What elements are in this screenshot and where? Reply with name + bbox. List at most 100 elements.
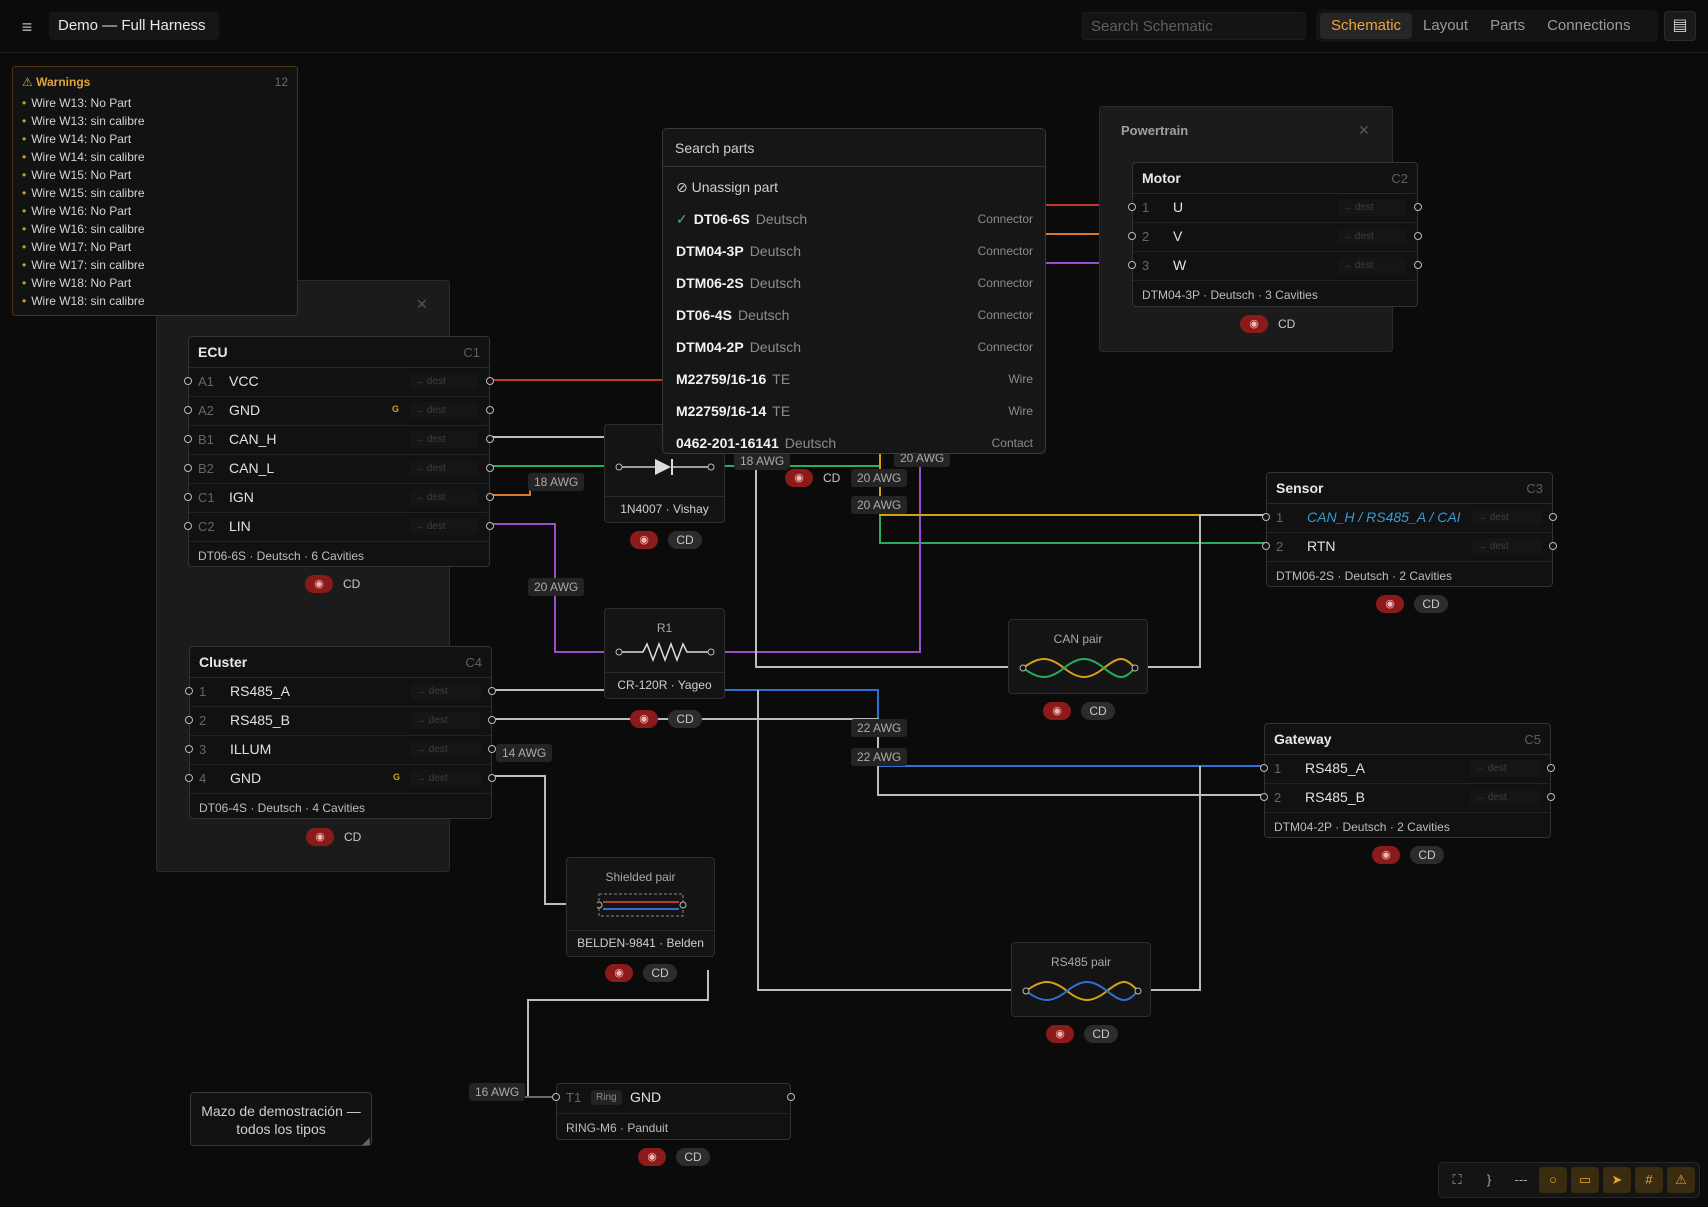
cd-button[interactable]: CD xyxy=(668,710,702,728)
pin-row[interactable]: 2 V → dest xyxy=(1128,223,1422,252)
pin-row[interactable]: B2 CAN_L → dest xyxy=(184,455,494,484)
pin-port-icon[interactable] xyxy=(1128,232,1136,240)
pin-row[interactable]: T1 Ring GND xyxy=(552,1084,795,1114)
part-option[interactable]: DTM06-2S Deutsch Connector xyxy=(663,267,1045,299)
pin-row[interactable]: 1 U → dest xyxy=(1128,194,1422,223)
pin-port-icon[interactable] xyxy=(1414,203,1422,211)
pin-port-icon[interactable] xyxy=(1262,513,1270,521)
dest-select[interactable]: → dest xyxy=(411,712,481,729)
pin-port-icon[interactable] xyxy=(184,377,192,385)
record-icon[interactable]: ◉ xyxy=(1043,702,1071,720)
pin-port-icon[interactable] xyxy=(1260,764,1268,772)
pin-port-icon[interactable] xyxy=(488,716,496,724)
cd-button[interactable]: CD xyxy=(823,471,840,485)
pin-port-icon[interactable] xyxy=(1128,261,1136,269)
pin-row[interactable]: 2 RS485_B → dest xyxy=(185,707,496,736)
component-can-pair[interactable]: CAN pair xyxy=(1008,619,1148,694)
warning-item[interactable]: • Wire W14: No Part xyxy=(22,130,145,148)
pin-port-icon[interactable] xyxy=(488,774,496,782)
wire-gauge-label[interactable]: 18 AWG xyxy=(734,452,791,470)
pin-port-icon[interactable] xyxy=(1549,542,1557,550)
tab-connections[interactable]: Connections xyxy=(1536,13,1641,39)
dest-select[interactable]: → dest xyxy=(1472,538,1542,555)
pin-row[interactable]: C1 IGN → dest xyxy=(184,484,494,513)
pin-port-icon[interactable] xyxy=(486,493,494,501)
wire-gauge-label[interactable]: 14 AWG xyxy=(496,744,553,762)
pin-row[interactable]: 3 W → dest xyxy=(1128,252,1422,281)
pin-port-icon[interactable] xyxy=(1547,764,1555,772)
connector-sensor[interactable]: Sensor C3 1 CAN_H / RS485_A / CAI → dest 2R… xyxy=(1262,472,1557,590)
group-close-icon[interactable]: ✕ xyxy=(1358,122,1370,139)
connector-gateway[interactable]: Gateway C5 1 RS485_A → dest 2 RS485_B → dest … xyxy=(1260,723,1555,841)
dest-select[interactable]: → dest xyxy=(1337,199,1407,216)
part-option[interactable]: DTM04-2P Deutsch Connector xyxy=(663,331,1045,363)
cd-button[interactable]: CD xyxy=(1081,702,1115,720)
pin-port-icon[interactable] xyxy=(486,435,494,443)
record-icon[interactable]: ◉ xyxy=(306,828,334,846)
cd-button[interactable]: CD xyxy=(643,964,677,982)
brace-icon[interactable]: } xyxy=(1475,1167,1503,1193)
warning-item[interactable]: • Wire W18: No Part xyxy=(22,274,145,292)
warning-item[interactable]: • Wire W17: sin calibre xyxy=(22,256,145,274)
record-icon[interactable]: ◉ xyxy=(605,964,633,982)
pin-port-icon[interactable] xyxy=(1128,203,1136,211)
pin-port-icon[interactable] xyxy=(185,774,193,782)
warning-item[interactable]: • Wire W16: No Part xyxy=(22,202,145,220)
warning-item[interactable]: • Wire W13: No Part xyxy=(22,94,145,112)
warning-item[interactable]: • Wire W15: sin calibre xyxy=(22,184,145,202)
warning-item[interactable]: • Wire W17: No Part xyxy=(22,238,145,256)
connector-header[interactable]: Gateway C5 xyxy=(1265,724,1550,755)
pin-port-icon[interactable] xyxy=(184,435,192,443)
circle-icon[interactable]: ○ xyxy=(1539,1167,1567,1193)
wire-purple-2[interactable] xyxy=(710,460,921,653)
wire-gray-3[interactable] xyxy=(1134,514,1266,668)
pin-row[interactable]: 1 CAN_H / RS485_A / CAI → dest xyxy=(1262,504,1557,533)
connector-part-label[interactable]: DTM04-3P · Deutsch · 3 Cavities xyxy=(1133,281,1417,309)
wire-gauge-label[interactable]: 20 AWG xyxy=(851,496,908,514)
dest-select[interactable]: → dest xyxy=(409,460,479,477)
connector-part-label[interactable]: DTM04-2P · Deutsch · 2 Cavities xyxy=(1265,813,1550,841)
pin-port-icon[interactable] xyxy=(552,1093,560,1101)
dest-select[interactable]: → dest xyxy=(1472,509,1542,526)
pin-port-icon[interactable] xyxy=(1414,261,1422,269)
pin-row[interactable]: C2 LIN → dest xyxy=(184,513,494,542)
fit-icon[interactable]: ⛶ xyxy=(1443,1167,1471,1193)
record-icon[interactable]: ◉ xyxy=(1046,1025,1074,1043)
search-schematic-input[interactable] xyxy=(1082,12,1306,40)
cd-button[interactable]: CD xyxy=(676,1148,710,1166)
component-part-label[interactable]: BELDEN-9841 · Belden xyxy=(567,930,714,956)
pin-row[interactable]: B1 CAN_H → dest xyxy=(184,426,494,455)
wire-gauge-label[interactable]: 20 AWG xyxy=(528,578,585,596)
rect-icon[interactable]: ▭ xyxy=(1571,1167,1599,1193)
wire-blue[interactable] xyxy=(710,689,1264,767)
dest-select[interactable]: → dest xyxy=(411,741,481,758)
pin-row[interactable]: 4 GND G → dest xyxy=(185,765,496,794)
connector-cluster[interactable]: Cluster C4 1 RS485_A → dest 2 RS485_B → dest … xyxy=(185,646,496,819)
dest-select[interactable]: → dest xyxy=(411,770,481,787)
pin-port-icon[interactable] xyxy=(184,464,192,472)
pin-row[interactable]: 2 RS485_B → dest xyxy=(1260,784,1555,813)
grid-icon[interactable]: # xyxy=(1635,1167,1663,1193)
record-icon[interactable]: ◉ xyxy=(785,469,813,487)
pin-row[interactable]: 2 RTN → dest xyxy=(1262,533,1557,562)
connector-part-label[interactable]: DTM06-2S · Deutsch · 2 Cavities xyxy=(1267,562,1552,590)
pin-signal-input[interactable]: CAN_H / RS485_A / CAI xyxy=(1307,509,1462,525)
cd-button[interactable]: CD xyxy=(1084,1025,1118,1043)
pin-port-icon[interactable] xyxy=(185,687,193,695)
pin-port-icon[interactable] xyxy=(185,716,193,724)
wire-gauge-label[interactable]: 20 AWG xyxy=(851,469,908,487)
cd-button[interactable]: CD xyxy=(668,531,702,549)
arrow-icon[interactable]: ➤ xyxy=(1603,1167,1631,1193)
canvas-note[interactable]: Mazo de demostración — todos los tipos xyxy=(190,1092,372,1146)
record-icon[interactable]: ◉ xyxy=(1372,846,1400,864)
tab-schematic[interactable]: Schematic xyxy=(1320,13,1413,39)
pin-row[interactable]: 1 RS485_A → dest xyxy=(185,678,496,707)
pin-port-icon[interactable] xyxy=(486,406,494,414)
component-part-label[interactable]: 1N4007 · Vishay xyxy=(605,496,724,522)
pin-port-icon[interactable] xyxy=(1260,793,1268,801)
pin-port-icon[interactable] xyxy=(486,464,494,472)
project-title[interactable]: Demo — Full Harness xyxy=(49,12,219,40)
connector-ecu[interactable]: ECU C1 A1 VCC → dest A2 GND G → dest B1 CAN_H → … xyxy=(184,336,494,567)
part-option[interactable]: 0462-201-16141 Deutsch Contact xyxy=(663,427,1045,453)
dest-select[interactable]: → dest xyxy=(1337,228,1407,245)
